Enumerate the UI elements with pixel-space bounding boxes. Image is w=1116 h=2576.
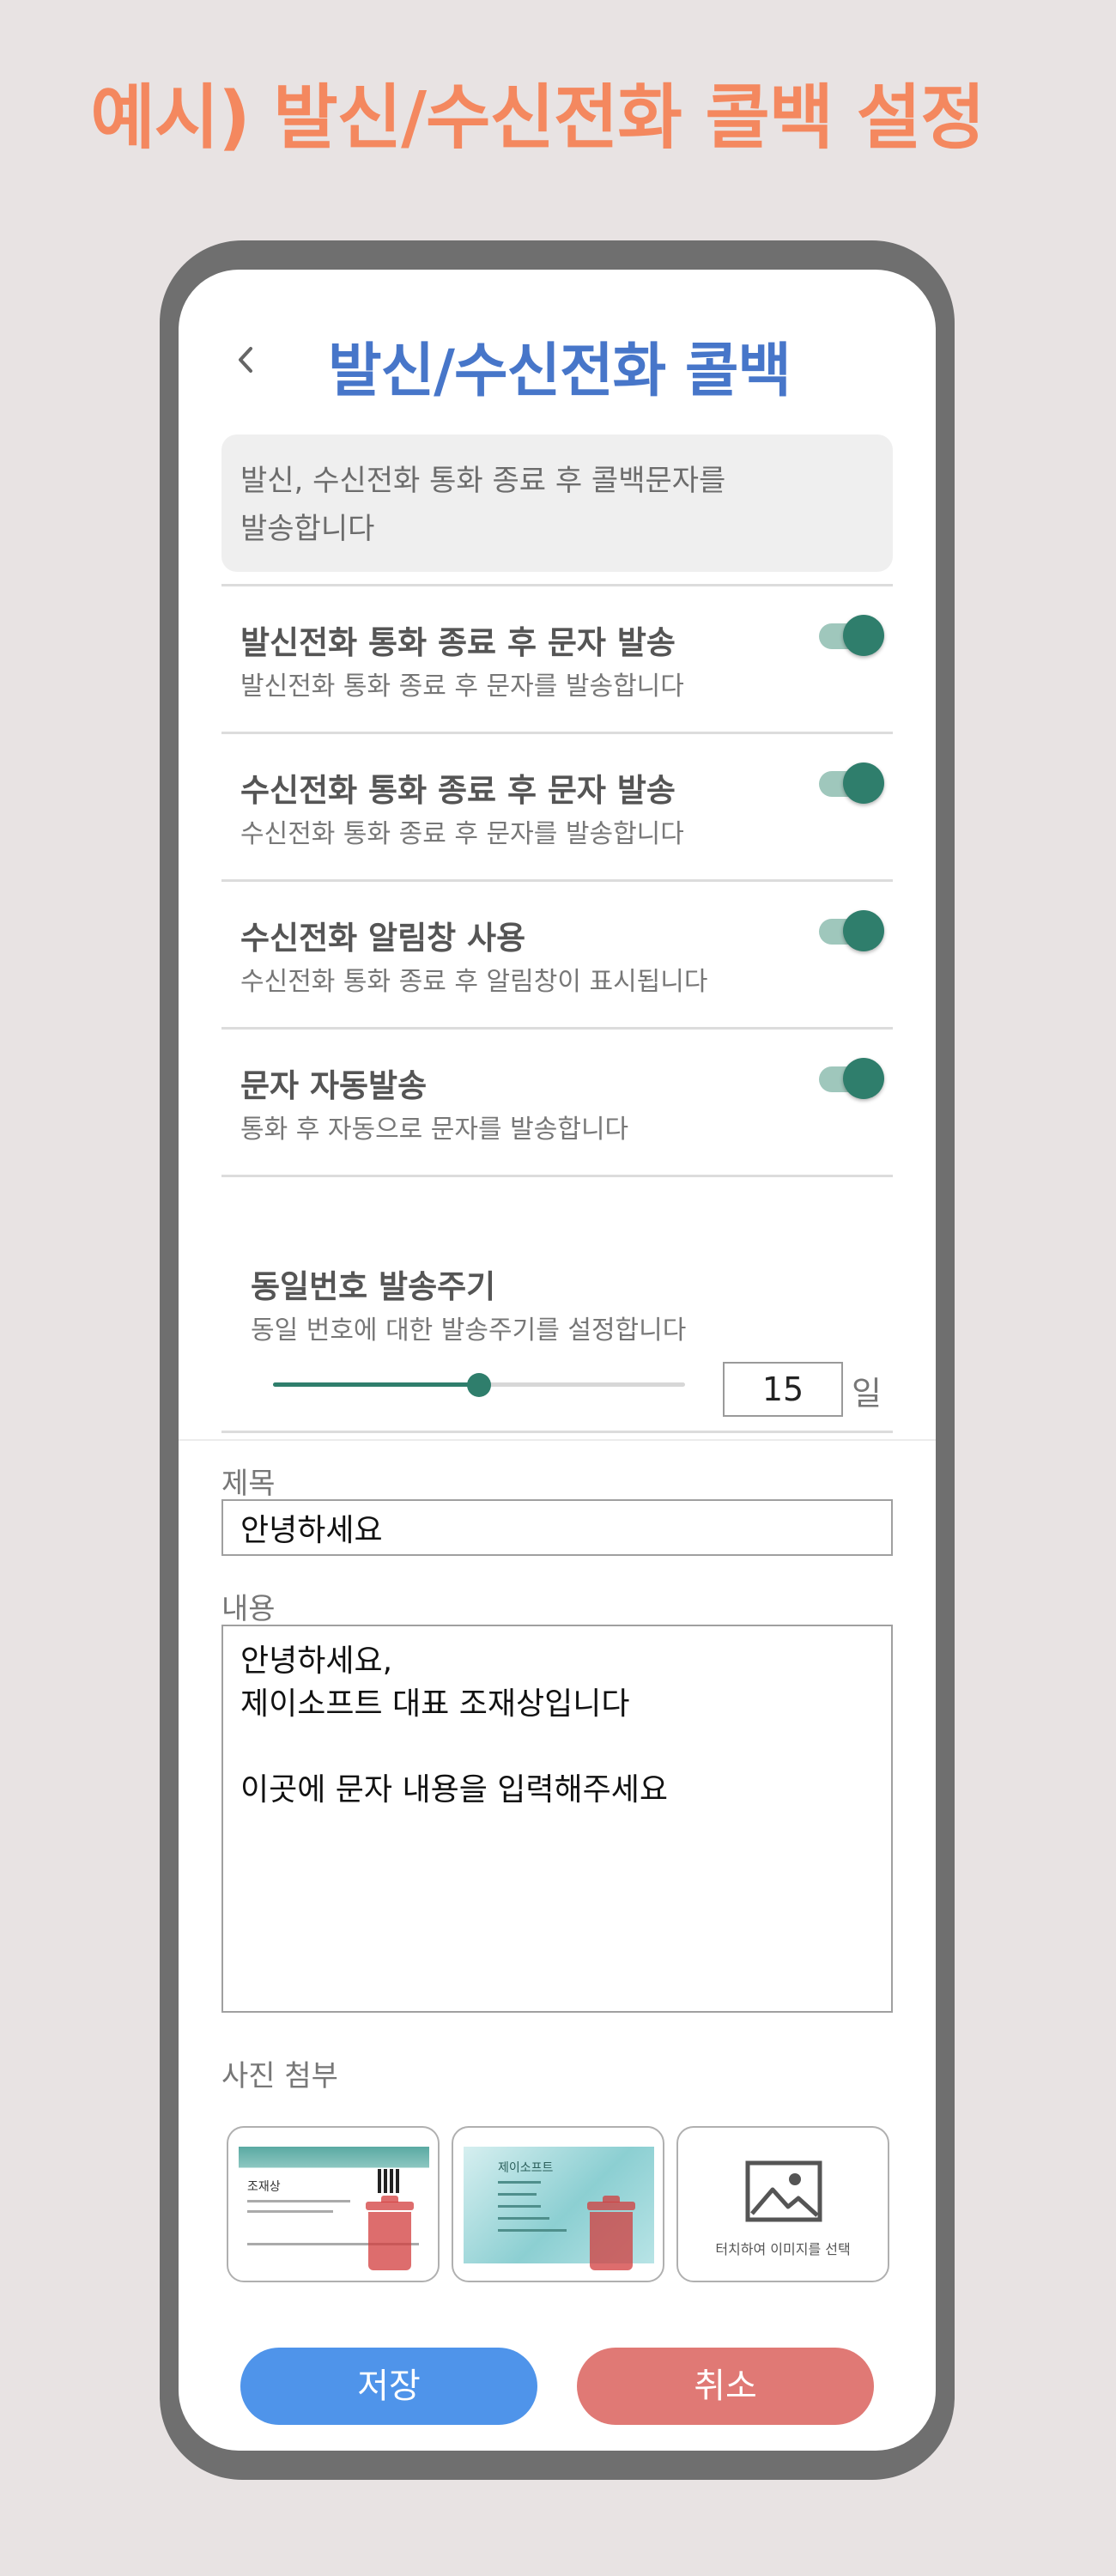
- setting-incoming-call: 수신전화 통화 종료 후 문자 발송 수신전화 통화 종료 후 문자를 발송합니…: [221, 733, 893, 878]
- trash-icon[interactable]: [587, 2196, 635, 2270]
- trash-lid: [366, 2202, 414, 2210]
- frequency-title: 동일번호 발송주기: [251, 1268, 496, 1305]
- app-bar: 발신/수신전화 콜백: [179, 304, 936, 407]
- photo-attach-label: 사진 첨부: [221, 2059, 338, 2093]
- setting-title: 수신전화 통화 종료 후 문자 발송: [240, 772, 676, 809]
- card-name: 제이소프트: [498, 2161, 554, 2175]
- card-text-line: [498, 2217, 549, 2220]
- setting-description: 통화 후 자동으로 문자를 발송합니다: [240, 1115, 629, 1145]
- setting-auto-send: 문자 자동발송 통화 후 자동으로 문자를 발송합니다: [221, 1029, 893, 1173]
- setting-description: 수신전화 통화 종료 후 문자를 발송합니다: [240, 819, 684, 849]
- phone-frame: 발신/수신전화 콜백 발신, 수신전화 통화 종료 후 콜백문자를 발송합니다 …: [160, 240, 955, 2480]
- frequency-unit: 일: [852, 1375, 882, 1413]
- incoming-call-toggle[interactable]: [819, 761, 886, 805]
- incoming-notification-toggle[interactable]: [819, 908, 886, 953]
- qr-code-icon: [378, 2169, 402, 2193]
- setting-title: 수신전화 알림창 사용: [240, 920, 526, 957]
- frequency-slider[interactable]: [273, 1367, 685, 1401]
- page-title: 발신/수신전화 콜백: [328, 337, 792, 405]
- frequency-value-input[interactable]: 15: [723, 1362, 843, 1417]
- content-textarea[interactable]: 안녕하세요, 제이소프트 대표 조재상입니다 이곳에 문자 내용을 입력해주세요: [221, 1625, 893, 2013]
- card-text-line: [247, 2200, 350, 2202]
- slider-fill: [273, 1382, 479, 1387]
- page-headline: 예시) 발신/수신전화 콜백 설정: [90, 77, 985, 159]
- section-divider: [179, 1439, 936, 1441]
- content-label: 내용: [221, 1592, 276, 1626]
- phone-screen: 발신/수신전화 콜백 발신, 수신전화 통화 종료 후 콜백문자를 발송합니다 …: [179, 270, 936, 2451]
- trash-lid: [587, 2202, 635, 2210]
- setting-incoming-notification: 수신전화 알림창 사용 수신전화 통화 종료 후 알림창이 표시됩니다: [221, 881, 893, 1025]
- info-line-2: 발송합니다: [240, 512, 375, 546]
- divider: [221, 1431, 893, 1433]
- toggle-thumb: [843, 910, 884, 951]
- frequency-description: 동일 번호에 대한 발송주기를 설정합니다: [251, 1315, 687, 1346]
- image-icon: [745, 2160, 822, 2222]
- auto-send-toggle[interactable]: [819, 1056, 886, 1101]
- subject-input[interactable]: [221, 1499, 893, 1556]
- card-text-line: [498, 2205, 541, 2208]
- attached-photo-1[interactable]: 조재상: [227, 2126, 440, 2282]
- add-photo-button[interactable]: 터치하여 이미지를 선택: [676, 2126, 889, 2282]
- card-text-line: [498, 2181, 541, 2184]
- toggle-thumb: [843, 615, 884, 656]
- setting-title: 문자 자동발송: [240, 1067, 428, 1104]
- back-button[interactable]: [225, 338, 268, 381]
- divider: [221, 1175, 893, 1177]
- setting-outgoing-call: 발신전화 통화 종료 후 문자 발송 발신전화 통화 종료 후 문자를 발송합니…: [221, 586, 893, 730]
- trash-bin: [368, 2212, 411, 2270]
- add-photo-text: 터치하여 이미지를 선택: [715, 2241, 851, 2257]
- setting-description: 수신전화 통화 종료 후 알림창이 표시됩니다: [240, 967, 708, 997]
- outgoing-call-toggle[interactable]: [819, 613, 886, 658]
- trash-icon[interactable]: [366, 2196, 414, 2270]
- slider-knob[interactable]: [467, 1373, 491, 1397]
- setting-title: 발신전화 통화 종료 후 문자 발송: [240, 624, 676, 661]
- card-name: 조재상: [247, 2180, 281, 2194]
- trash-bin: [590, 2212, 633, 2270]
- save-button[interactable]: 저장: [240, 2348, 537, 2425]
- attached-photo-2[interactable]: 제이소프트: [452, 2126, 664, 2282]
- info-box: 발신, 수신전화 통화 종료 후 콜백문자를 발송합니다: [221, 434, 893, 572]
- card-text-line: [498, 2229, 567, 2232]
- setting-description: 발신전화 통화 종료 후 문자를 발송합니다: [240, 671, 684, 702]
- toggle-thumb: [843, 762, 884, 804]
- subject-label: 제목: [221, 1467, 276, 1501]
- chevron-left-icon: [239, 347, 252, 373]
- toggle-thumb: [843, 1058, 884, 1099]
- card-text-line: [247, 2210, 333, 2213]
- cancel-button[interactable]: 취소: [577, 2348, 874, 2425]
- info-line-1: 발신, 수신전화 통화 종료 후 콜백문자를: [240, 464, 726, 498]
- card-text-line: [498, 2193, 537, 2196]
